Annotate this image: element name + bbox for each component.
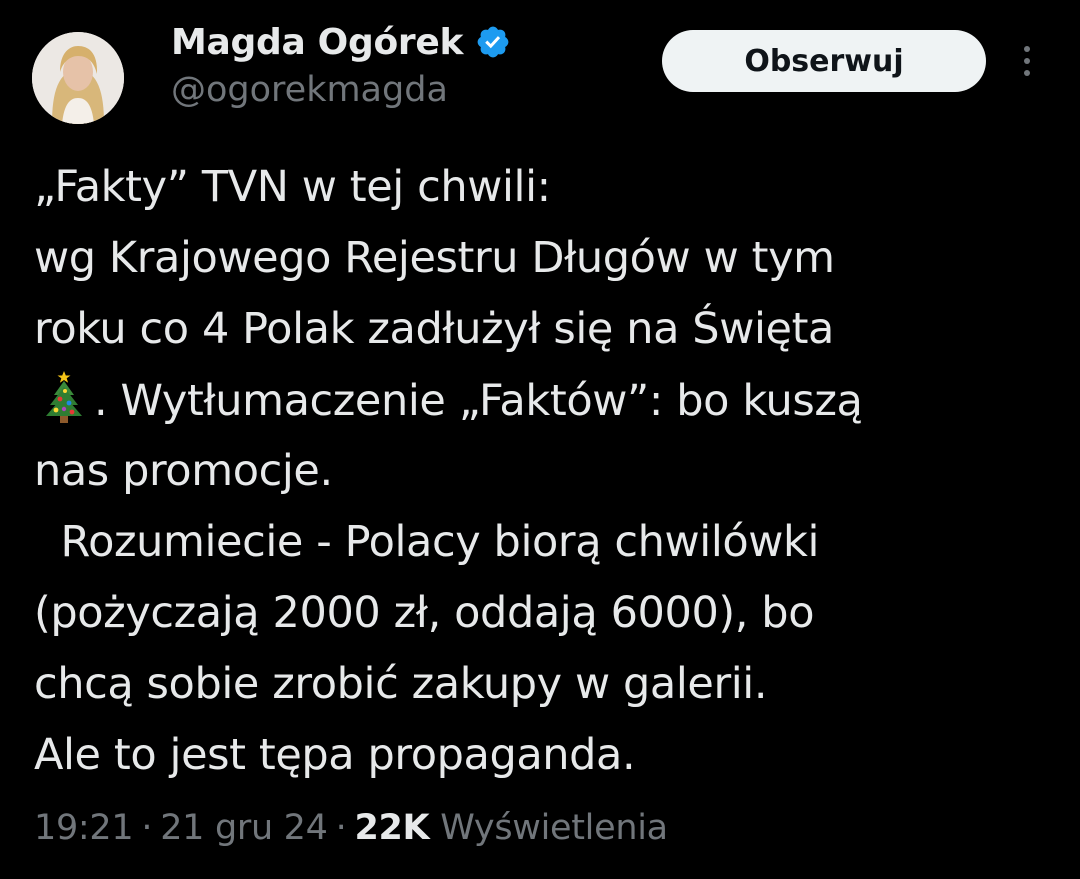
avatar[interactable]	[32, 32, 124, 124]
tweet-line: nas promocje.	[34, 446, 333, 496]
meta-separator: ·	[141, 808, 153, 848]
christmas-tree-icon	[46, 371, 82, 423]
tweet-card: Magda Ogórek @ogorekmagda Obserwuj „Fakt…	[0, 0, 1080, 879]
name-row: Magda Ogórek	[171, 16, 511, 68]
tweet-line: chcą sobie zrobić zakupy w galerii.	[34, 659, 768, 709]
author-block: Magda Ogórek @ogorekmagda	[171, 16, 511, 110]
tweet-line: wg Krajowego Rejestru Długów w tym	[34, 233, 835, 283]
tweet-line-with-emoji: . Wytłumaczenie „Faktów”: bo kuszą	[34, 365, 1044, 436]
tweet-line: (pożyczają 2000 zł, oddają 6000), bo	[34, 588, 815, 638]
tweet-line: Rozumiecie - Polacy biorą chwilówki	[34, 517, 820, 567]
tweet-meta: 19:21 · 21 gru 24 · 22K Wyświetlenia	[34, 808, 668, 848]
tweet-time[interactable]: 19:21	[34, 808, 134, 848]
verified-badge-icon	[477, 26, 509, 58]
meta-separator: ·	[335, 808, 347, 848]
display-name[interactable]: Magda Ogórek	[171, 22, 463, 63]
handle[interactable]: @ogorekmagda	[171, 70, 511, 110]
follow-button[interactable]: Obserwuj	[662, 30, 986, 92]
tweet-text: „Fakty” TVN w tej chwili: wg Krajowego R…	[34, 152, 1044, 791]
views-label: Wyświetlenia	[440, 808, 668, 848]
tweet-line: Ale to jest tępa propaganda.	[34, 730, 636, 780]
views-count[interactable]: 22K	[354, 808, 429, 848]
tweet-date[interactable]: 21 gru 24	[160, 808, 328, 848]
tweet-line: . Wytłumaczenie „Faktów”: bo kuszą	[94, 376, 863, 426]
tweet-line: „Fakty” TVN w tej chwili:	[34, 162, 551, 212]
more-options-icon[interactable]	[1010, 40, 1044, 82]
tweet-line: roku co 4 Polak zadłużył się na Święta	[34, 304, 834, 354]
